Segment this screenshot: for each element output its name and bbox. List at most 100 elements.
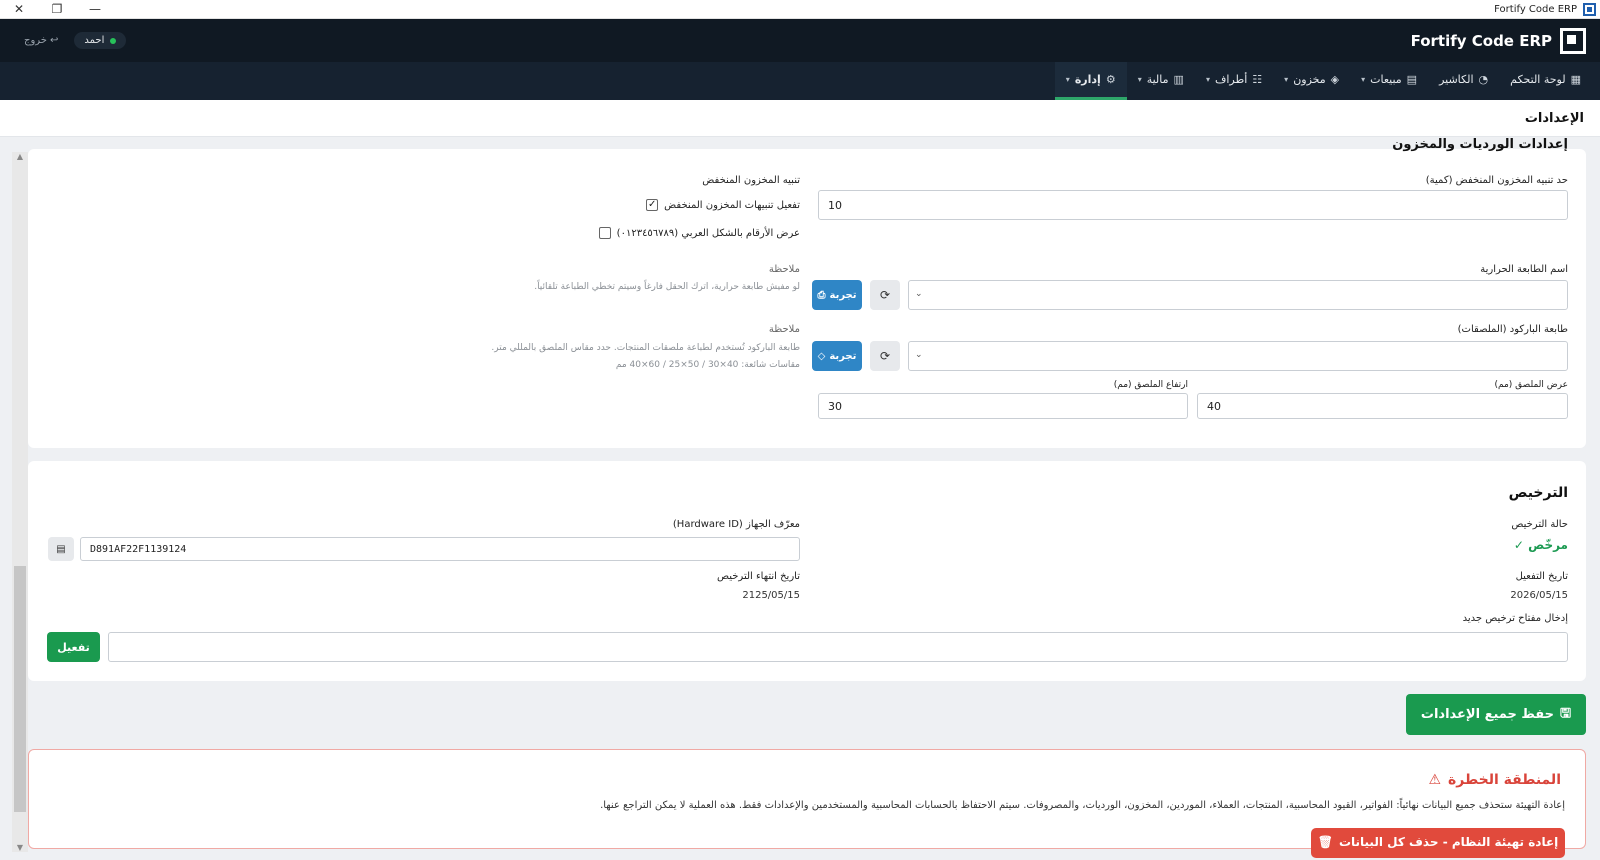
label-height-label: ارتفاع الملصق (مم) — [1113, 380, 1188, 390]
low-stock-alert-heading: تنبيه المخزون المنخفض — [702, 175, 800, 186]
thermal-printer-label: اسم الطابعة الحرارية — [1480, 264, 1568, 275]
brand[interactable]: Fortify Code ERP — [1410, 27, 1586, 54]
hardware-id-field[interactable]: D891AF22F1139124 — [80, 537, 800, 561]
inventory-section-title: إعدادات الورديات والمخزون — [1392, 137, 1568, 152]
arabic-numerals-row[interactable]: عرض الأرقام بالشكل العربي (٠١٢٣٤٥٦٧٨٩) — [598, 227, 800, 239]
user-name: احمد — [84, 35, 105, 46]
label-height-input[interactable]: 30 — [818, 393, 1188, 419]
nav-item-3[interactable]: ◈ مخزون ▾ — [1273, 62, 1350, 100]
arabic-numerals-label: عرض الأرقام بالشكل العربي (٠١٢٣٤٥٦٧٨٩) — [616, 227, 800, 239]
danger-zone-card: ⚠ المنطقة الخطرة إعادة التهيئة ستحذف جمي… — [28, 749, 1586, 858]
page-title: الإعدادات — [1524, 110, 1584, 126]
chevron-down-icon: ▾ — [1284, 75, 1289, 84]
scroll-up-icon[interactable]: ▲ — [12, 152, 28, 161]
test-barcode-label: تجربة — [829, 350, 857, 362]
warning-icon: ⚠ — [1428, 772, 1441, 788]
printer-icon: ⎙ — [817, 289, 826, 301]
license-section-title: الترخيص — [1508, 485, 1568, 501]
close-window-icon[interactable]: ✕ — [0, 0, 38, 19]
cashier-icon: ◔ — [1478, 73, 1489, 86]
inventory-settings-card: إعدادات الورديات والمخزون حد تنبيه المخز… — [28, 137, 1586, 448]
enable-alerts-label: تفعيل تنبيهات المخزون المنخفض — [664, 199, 800, 211]
expiry-date-label: تاريخ انتهاء الترخيص — [716, 571, 800, 582]
chevron-down-icon: ⌄ — [915, 350, 923, 360]
refresh-barcode-printers-button[interactable]: ⟳ — [870, 341, 900, 371]
barcode-sizes-note: مقاسات شائعة: 40×30 / 50×25 / 60×40 مم — [615, 360, 800, 370]
vertical-scrollbar[interactable]: ▲ ▼ — [12, 152, 28, 852]
finance-icon: ▥ — [1173, 73, 1184, 86]
tag-icon: ◇ — [817, 350, 826, 362]
test-thermal-label: تجربة — [829, 289, 857, 301]
license-card: الترخيص حالة الترخيص مرخّص ✓ معرّف الجها… — [28, 461, 1586, 681]
save-all-settings-button[interactable]: 🖫 حفظ جميع الإعدادات — [1406, 694, 1586, 735]
nav-item-label: أطراف — [1214, 73, 1248, 86]
barcode-printer-label: طابعة الباركود (الملصقات) — [1457, 324, 1568, 335]
nav-item-label: الكاشير — [1439, 73, 1474, 86]
activation-date-value: 2026/05/15 — [1510, 590, 1568, 601]
chevron-down-icon: ▾ — [1205, 75, 1210, 84]
license-status-value: مرخّص ✓ — [1513, 538, 1568, 552]
refresh-icon: ⟳ — [879, 349, 891, 363]
refresh-printers-button[interactable]: ⟳ — [870, 280, 900, 310]
window-titlebar: ✕ ❐ — Fortify Code ERP — [0, 0, 1600, 19]
nav-item-label: لوحة التحكم — [1510, 73, 1566, 86]
logout-label: خروج — [24, 35, 47, 46]
low-stock-threshold-label: حد تنبيه المخزون المنخفض (كمية) — [1425, 175, 1568, 186]
scroll-down-icon[interactable]: ▼ — [12, 843, 28, 852]
label-width-input[interactable]: 40 — [1197, 393, 1568, 419]
test-thermal-printer-button[interactable]: ⎙ تجربة — [812, 280, 862, 310]
label-width-label: عرض الملصق (مم) — [1494, 380, 1568, 390]
arabic-numerals-checkbox[interactable] — [598, 227, 611, 239]
nav-item-label: مالية — [1146, 73, 1169, 86]
app-header: خروج ↩ احمد Fortify Code ERP — [0, 19, 1600, 62]
low-stock-threshold-input[interactable]: 10 — [818, 190, 1568, 220]
reset-system-button[interactable]: 🗑 إعادة تهيئة النظام - حذف كل البيانات — [1311, 828, 1565, 858]
copy-hardware-id-button[interactable]: ▤ — [48, 537, 74, 561]
barcode-note-text: طابعة الباركود تُستخدم لطباعة ملصقات الم… — [491, 343, 800, 353]
nav-item-1[interactable]: ◔ الكاشير — [1428, 62, 1499, 100]
nav-item-0[interactable]: ▦ لوحة التحكم — [1499, 62, 1592, 100]
activate-label: تفعيل — [57, 640, 90, 654]
new-license-key-input[interactable] — [108, 632, 1568, 662]
save-icon: 🖫 — [1560, 705, 1572, 721]
window-controls: ✕ ❐ — — [0, 0, 114, 19]
user-badge[interactable]: احمد — [74, 32, 127, 49]
gear-icon: ⚙ — [1105, 73, 1116, 86]
enable-alerts-row[interactable]: ✓ تفعيل تنبيهات المخزون المنخفض — [646, 199, 800, 211]
minimize-window-icon[interactable]: — — [76, 0, 114, 19]
page-header: الإعدادات — [0, 100, 1600, 137]
trash-icon: 🗑 — [1317, 835, 1333, 849]
box-icon: ◈ — [1330, 73, 1340, 86]
thermal-note-label: ملاحظة — [768, 264, 800, 275]
scroll-thumb[interactable] — [14, 566, 26, 812]
main-nav: ▦ لوحة التحكم ◔ الكاشير ▤ مبيعات ▾ ◈ مخزون ▾ ☷ أطرا… — [0, 62, 1600, 100]
hardware-id-label: معرّف الجهاز (Hardware ID) — [672, 519, 800, 530]
nav-item-6[interactable]: ⚙ إدارة ▾ — [1054, 62, 1127, 100]
license-status-label: حالة الترخيص — [1511, 519, 1568, 530]
restore-window-icon[interactable]: ❐ — [38, 0, 76, 19]
brand-name: Fortify Code ERP — [1410, 31, 1552, 50]
danger-description: إعادة التهيئة ستحذف جميع البيانات نهائيا… — [600, 800, 1565, 811]
app-logo-icon — [1583, 2, 1596, 16]
expiry-date-value: 2125/05/15 — [742, 590, 800, 601]
thermal-printer-select[interactable]: ⌄ — [908, 280, 1568, 310]
enable-alerts-checkbox[interactable]: ✓ — [646, 199, 659, 211]
nav-item-2[interactable]: ▤ مبيعات ▾ — [1350, 62, 1428, 100]
online-status-icon — [110, 37, 117, 44]
test-barcode-printer-button[interactable]: ◇ تجربة — [812, 341, 862, 371]
thermal-note-text: لو مفيش طابعة حرارية، اترك الحقل فارغاً … — [534, 282, 800, 292]
chevron-down-icon: ⌄ — [915, 289, 923, 299]
nav-item-5[interactable]: ▥ مالية ▾ — [1127, 62, 1195, 100]
users-icon: ☷ — [1252, 73, 1263, 86]
nav-item-label: إدارة — [1074, 73, 1101, 86]
new-license-key-label: إدخال مفتاح ترخيص جديد — [1462, 613, 1568, 624]
clipboard-icon: ▤ — [56, 543, 66, 555]
nav-item-4[interactable]: ☷ أطراف ▾ — [1195, 62, 1273, 100]
logout-icon: ↩ — [49, 35, 59, 46]
refresh-icon: ⟳ — [879, 288, 891, 302]
nav-item-label: مبيعات — [1370, 73, 1402, 86]
danger-zone-title: ⚠ المنطقة الخطرة — [1428, 772, 1561, 788]
logout-button[interactable]: خروج ↩ — [24, 35, 58, 46]
barcode-printer-select[interactable]: ⌄ — [908, 341, 1568, 371]
activate-license-button[interactable]: تفعيل — [47, 632, 100, 662]
